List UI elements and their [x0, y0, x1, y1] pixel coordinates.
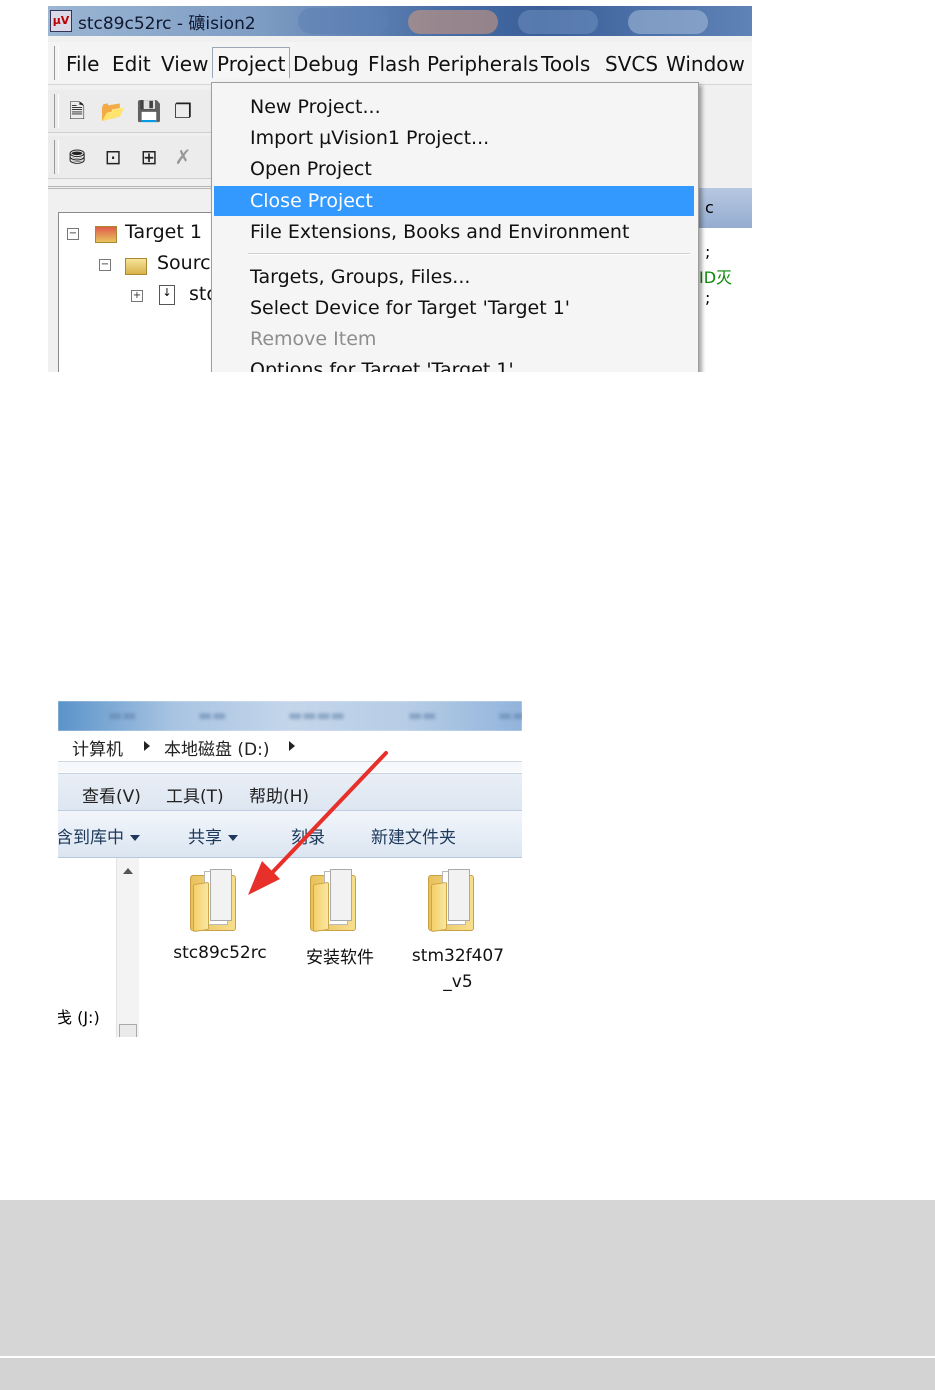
code-fragment: ; [705, 242, 711, 261]
stop-build-icon[interactable]: ✗ [170, 144, 196, 170]
uvision-screenshot: μV stc89c52rc - 礦ision2 File Edit View P… [48, 6, 752, 372]
menu-tools[interactable]: Tools [537, 48, 594, 78]
menu-debug[interactable]: Debug [289, 48, 363, 78]
code-fragment: c [705, 198, 714, 217]
menubar-grip [54, 46, 59, 80]
menu-options-for-target[interactable]: Options for Target 'Target 1' [214, 355, 694, 372]
menu-item-label: Import µVision1 Project... [250, 127, 490, 149]
source-file-icon: ↓ [159, 285, 175, 305]
menu-item-label: Options for Target 'Target 1' [250, 359, 514, 372]
menu-separator [248, 253, 690, 255]
menu-item-label: Open Project [250, 158, 372, 180]
expand-icon[interactable]: + [131, 290, 143, 302]
target-icon [95, 226, 117, 243]
project-tree: − Target 1 − Sourc + ↓ stc [58, 212, 217, 372]
build-toolbar: ⛃ ⊡ ⊞ ✗ [48, 136, 218, 179]
folder-icon [125, 258, 147, 275]
menu-item-label: Select Device for Target 'Target 1' [250, 297, 571, 319]
editor-pane: c ; ID灭 ; [698, 188, 752, 372]
menu-item-label: Remove Item [250, 328, 377, 350]
window-title: stc89c52rc - 礦ision2 [78, 14, 256, 34]
menu-peripherals[interactable]: Peripherals [423, 48, 543, 78]
save-icon[interactable]: 💾 [136, 98, 162, 124]
menu-remove-item[interactable]: Remove Item [214, 324, 694, 354]
save-all-icon[interactable]: ❐ [170, 98, 196, 124]
file-toolbar: 🗎 📂 💾 ❐ [48, 90, 218, 133]
uvision-app-icon: μV [50, 10, 72, 32]
build-target-icon[interactable]: ⛃ [64, 144, 90, 170]
menu-item-label: Targets, Groups, Files... [250, 266, 471, 288]
menu-project[interactable]: Project [212, 47, 291, 78]
menu-item-label: File Extensions, Books and Environment [250, 221, 630, 243]
menu-import-project[interactable]: Import µVision1 Project... [214, 123, 694, 153]
menu-close-project[interactable]: Close Project [214, 186, 694, 216]
load-icon[interactable]: ⊡ [100, 144, 126, 170]
menu-bar: File Edit View Project Debug Flash Perip… [48, 42, 752, 85]
title-bar: μV stc89c52rc - 礦ision2 [48, 6, 752, 36]
explorer-screenshot: ▬▬ ▬▬ ▬▬▬▬ ▬▬ ▬▬ 计算机 本地磁盘 (D:) 查看(V) 工具(… [58, 701, 522, 1037]
new-file-icon[interactable]: 🗎 [64, 98, 90, 124]
collapse-icon[interactable]: − [67, 228, 79, 240]
menu-window[interactable]: Window [662, 48, 749, 78]
code-comment: ID灭 [699, 268, 733, 287]
menu-file-extensions[interactable]: File Extensions, Books and Environment [214, 217, 694, 247]
footer-band [0, 1200, 935, 1356]
tree-target[interactable]: Target 1 [125, 221, 202, 243]
open-folder-icon[interactable]: 📂 [100, 98, 126, 124]
menu-item-label: New Project... [250, 96, 381, 118]
menu-flash[interactable]: Flash [364, 48, 424, 78]
download-icon[interactable]: ⊞ [136, 144, 162, 170]
collapse-icon[interactable]: − [99, 259, 111, 271]
menu-svcs[interactable]: SVCS [601, 48, 662, 78]
menu-select-device[interactable]: Select Device for Target 'Target 1' [214, 293, 694, 323]
menu-item-label: Close Project [250, 190, 373, 212]
footer-band-lower [0, 1358, 935, 1390]
menu-targets-groups-files[interactable]: Targets, Groups, Files... [214, 262, 694, 292]
menu-file[interactable]: File [62, 48, 103, 78]
annotation-arrow-icon [248, 751, 388, 895]
menu-edit[interactable]: Edit [108, 48, 155, 78]
tree-group[interactable]: Sourc [157, 252, 211, 274]
menu-open-project[interactable]: Open Project [214, 154, 694, 184]
code-fragment: ; [705, 288, 711, 307]
menu-view[interactable]: View [157, 48, 212, 78]
project-dropdown-menu: New Project... Import µVision1 Project..… [211, 82, 699, 372]
menu-new-project[interactable]: New Project... [214, 92, 694, 122]
